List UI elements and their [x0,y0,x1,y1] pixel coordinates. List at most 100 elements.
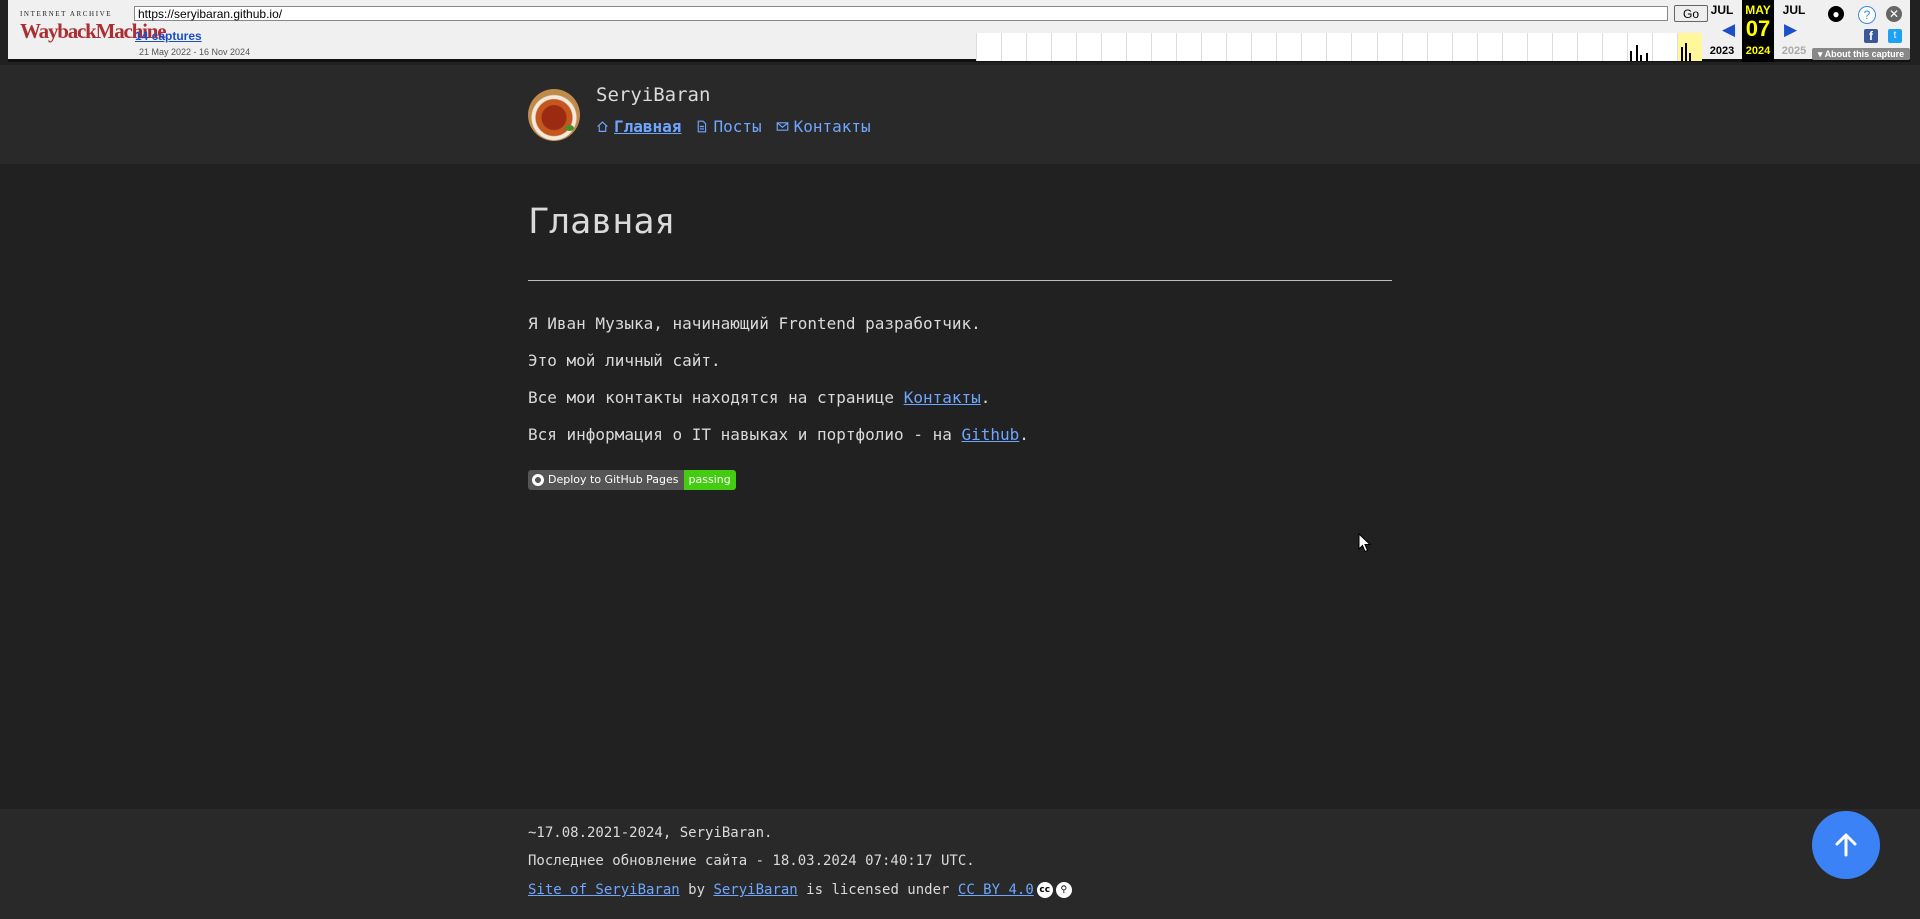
by-icon: ⚲ [1055,882,1072,898]
prev-year-label: 2023 [1709,45,1735,57]
mail-icon [776,122,788,131]
sparkline-bar [1680,47,1683,61]
sparkline-year-cell[interactable] [1676,33,1702,61]
wayback-logo-main: WaybackMachine [20,19,167,43]
sparkline-year-cell[interactable] [1376,33,1402,61]
facebook-icon[interactable]: f [1864,29,1878,43]
github-icon [532,474,544,486]
github-period: . [1019,425,1029,444]
wayback-logo-top: INTERNET ARCHIVE [20,10,113,18]
scroll-to-top-button[interactable] [1812,811,1880,879]
nav-item-home[interactable]: Главная [596,117,681,136]
sparkline-bar [1684,43,1687,61]
license-link[interactable]: CC BY 4.0 [958,882,1034,898]
wayback-current-month: MAY 07 2024 [1742,0,1774,62]
sparkline-year-cell[interactable] [1201,33,1227,61]
sparkline-year-cell[interactable] [1476,33,1502,61]
sparkline-year-cell[interactable] [1651,33,1677,61]
contacts-link[interactable]: Контакты [904,388,981,407]
wayback-url-input[interactable]: https://seryibaran.github.io/ [134,6,1668,21]
sparkline-bar [1645,53,1648,61]
sparkline-year-cell[interactable] [1401,33,1427,61]
footer-by: by [679,882,714,898]
next-year-label: 2025 [1781,45,1807,57]
wayback-go-button[interactable]: Go [1674,5,1708,22]
sparkline-year-cell[interactable] [1551,33,1577,61]
help-icon[interactable]: ? [1858,6,1876,24]
badge-left-label: Deploy to GitHub Pages [548,473,679,486]
arrow-up-icon [1835,833,1857,857]
wayback-logo[interactable]: INTERNET ARCHIVE WaybackMachine [20,10,167,50]
nav-item-posts[interactable]: Посты [695,117,762,136]
sparkline-year-cell[interactable] [1076,33,1102,61]
page-title: Главная [528,202,676,242]
about-capture-button[interactable]: ▾ About this capture [1812,48,1910,60]
avatar[interactable] [528,89,580,141]
sparkline-year-cell[interactable] [1501,33,1527,61]
sparkline-year-cell[interactable] [1101,33,1127,61]
next-month-label: JUL [1782,3,1806,17]
contacts-text: Все мои контакты находятся на странице [528,388,904,407]
deploy-status-badge[interactable]: Deploy to GitHub Pages passing [528,470,736,490]
nav-item-contacts-label: Контакты [793,117,871,136]
document-icon [698,120,707,133]
sparkline-year-cell[interactable] [1301,33,1327,61]
sparkline-year-cell[interactable] [976,33,1002,61]
wayback-date-range: 21 May 2022 - 16 Nov 2024 [139,47,251,57]
main-nav: Главная Посты Контакты [596,117,871,136]
contacts-paragraph: Все мои контакты находятся на странице К… [528,388,990,407]
github-text: Вся информация о IT навыках и портфолио … [528,425,962,444]
sparkline-year-cell[interactable] [1351,33,1377,61]
site-link[interactable]: Site of SeryiBaran [528,882,680,898]
cur-year-label: 2024 [1745,45,1771,57]
prev-month-label: JUL [1710,3,1734,17]
badge-left: Deploy to GitHub Pages [528,470,684,490]
github-link[interactable]: Github [961,425,1019,444]
footer-copyright: ~17.08.2021-2024, SeryiBaran. [528,825,773,841]
close-icon[interactable]: ✕ [1886,6,1902,22]
wayback-next-month[interactable]: JUL 2025 [1778,0,1810,62]
twitter-icon[interactable]: t [1888,29,1902,43]
sparkline-year-cell[interactable] [1601,33,1627,61]
wayback-sparkline[interactable] [976,33,1702,61]
cc-icon: cc [1036,882,1053,898]
sparkline-year-cell[interactable] [1326,33,1352,61]
sparkline-year-cell[interactable] [1576,33,1602,61]
sparkline-year-cell[interactable] [1051,33,1077,61]
cur-month-label: MAY [1745,3,1771,17]
about-capture-label: About this capture [1824,49,1905,59]
sparkline-year-cell[interactable] [1526,33,1552,61]
sparkline-bar [1635,45,1638,61]
wayback-toolbar: INTERNET ARCHIVE WaybackMachine https://… [8,0,1910,62]
cur-day-label: 07 [1745,16,1771,41]
author-link[interactable]: SeryiBaran [713,882,797,898]
footer-license: Site of SeryiBaran by SeryiBaran is lice… [528,882,1072,898]
user-icon[interactable]: ● [1828,6,1844,22]
wayback-captures-link[interactable]: 14 captures [135,29,202,43]
contacts-period: . [980,388,991,407]
sparkline-year-cell[interactable] [1451,33,1477,61]
sparkline-bar [1639,55,1642,61]
github-paragraph: Вся информация о IT навыках и портфолио … [528,425,1029,444]
nav-item-home-label: Главная [614,117,682,136]
sparkline-year-cell[interactable] [1026,33,1052,61]
intro-paragraph: Я Иван Музыка, начинающий Frontend разра… [528,314,981,333]
mouse-cursor-icon [1358,533,1372,553]
sparkline-year-cell[interactable] [1426,33,1452,61]
sparkline-bar [1688,53,1691,61]
site-title[interactable]: SeryiBaran [596,84,710,106]
site-header: SeryiBaran Главная Посты Контакты [0,65,1920,164]
nav-item-contacts[interactable]: Контакты [776,117,871,136]
sparkline-year-cell[interactable] [1626,33,1652,61]
divider [528,280,1392,281]
sparkline-year-cell[interactable] [1226,33,1252,61]
sparkline-year-cell[interactable] [1176,33,1202,61]
footer-last-updated: Последнее обновление сайта - 18.03.2024 … [528,853,975,869]
sparkline-year-cell[interactable] [1276,33,1302,61]
sparkline-year-cell[interactable] [1001,33,1027,61]
sparkline-year-cell[interactable] [1151,33,1177,61]
sparkline-year-cell[interactable] [1251,33,1277,61]
sparkline-year-cell[interactable] [1126,33,1152,61]
home-icon [597,121,608,132]
prev-arrow-icon[interactable]: ◀ [1722,20,1735,40]
